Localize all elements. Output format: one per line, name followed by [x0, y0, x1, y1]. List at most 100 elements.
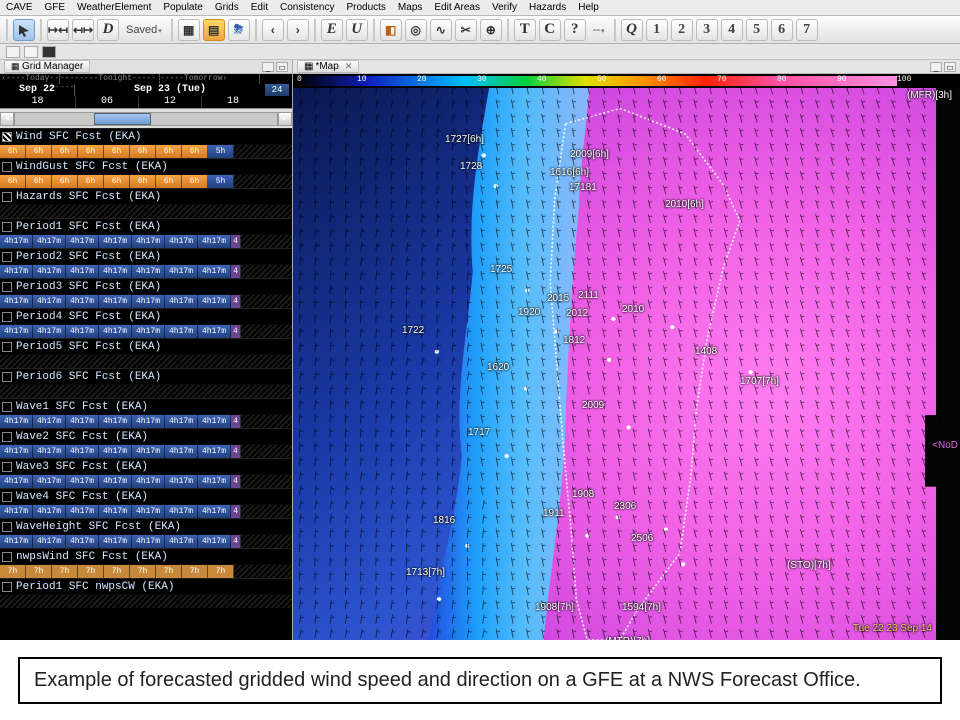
grid-bar-8[interactable] — [0, 384, 292, 398]
e-button[interactable]: E — [321, 19, 343, 41]
map-toggle-button[interactable]: ▦ — [178, 19, 200, 41]
path-button[interactable]: ∿ — [430, 19, 452, 41]
grid-item-8[interactable]: Period6 SFC Fcst (EKA) — [0, 369, 292, 384]
grid-bar-12[interactable]: 4h17m4h17m4h17m4h17m4h17m4h17m4h17m4 — [0, 504, 292, 518]
num4-button[interactable]: 4 — [721, 19, 743, 41]
menu-hazards[interactable]: Hazards — [529, 2, 566, 13]
grid-item-9[interactable]: Wave1 SFC Fcst (EKA) — [0, 399, 292, 414]
scroll-right-icon[interactable]: ▸ — [278, 112, 292, 126]
grid-checkbox[interactable] — [2, 132, 12, 142]
num1-button[interactable]: 1 — [646, 19, 668, 41]
grid-item-14[interactable]: nwpsWind SFC Fcst (EKA) — [0, 549, 292, 564]
grid-bar-14[interactable]: 7h7h7h7h7h7h7h7h7h — [0, 564, 292, 578]
q-button[interactable]: Q — [621, 19, 643, 41]
grid-bar-6[interactable]: 4h17m4h17m4h17m4h17m4h17m4h17m4h17m4 — [0, 324, 292, 338]
menu-gfe[interactable]: GFE — [45, 2, 66, 13]
grid-checkbox[interactable] — [2, 432, 12, 442]
grid-bar-10[interactable]: 4h17m4h17m4h17m4h17m4h17m4h17m4h17m4 — [0, 444, 292, 458]
grid-item-1[interactable]: WindGust SFC Fcst (EKA) — [0, 159, 292, 174]
grid-checkbox[interactable] — [2, 282, 12, 292]
grid-item-10[interactable]: Wave2 SFC Fcst (EKA) — [0, 429, 292, 444]
num5-button[interactable]: 5 — [746, 19, 768, 41]
grid-item-5[interactable]: Period3 SFC Fcst (EKA) — [0, 279, 292, 294]
map-viewport[interactable]: (MFR)[3h] Tue 22 23 Sep 14 <NoD 1727[6h]… — [293, 88, 960, 640]
scroll-left-icon[interactable]: ◂ — [0, 112, 14, 126]
menu-cave[interactable]: CAVE — [6, 2, 33, 13]
grid-bar-7[interactable] — [0, 354, 292, 368]
close-tab-icon[interactable]: ✕ — [345, 61, 353, 72]
grid-bar-11[interactable]: 4h17m4h17m4h17m4h17m4h17m4h17m4h17m4 — [0, 474, 292, 488]
grid-item-4[interactable]: Period2 SFC Fcst (EKA) — [0, 249, 292, 264]
grid-item-13[interactable]: WaveHeight SFC Fcst (EKA) — [0, 519, 292, 534]
arrow-tool-button[interactable] — [13, 19, 35, 41]
num6-button[interactable]: 6 — [771, 19, 793, 41]
menu-populate[interactable]: Populate — [163, 2, 202, 13]
grid-item-3[interactable]: Period1 SFC Fcst (EKA) — [0, 219, 292, 234]
menu-verify[interactable]: Verify — [492, 2, 517, 13]
grid-checkbox[interactable] — [2, 402, 12, 412]
map-pane-min-icon[interactable]: _ — [930, 62, 942, 72]
grid-item-15[interactable]: Period1 SFC nwpsCW (EKA) — [0, 579, 292, 594]
layers-button[interactable]: ▤ — [203, 19, 225, 41]
grid-bar-4[interactable]: 4h17m4h17m4h17m4h17m4h17m4h17m4h17m4 — [0, 264, 292, 278]
c-button[interactable]: C — [539, 19, 561, 41]
grid-bar-1[interactable]: 6h6h6h6h6h6h6h6h5h — [0, 174, 292, 188]
grid-checkbox[interactable] — [2, 312, 12, 322]
menu-products[interactable]: Products — [346, 2, 385, 13]
grid-checkbox[interactable] — [2, 192, 12, 202]
grid-bar-13[interactable]: 4h17m4h17m4h17m4h17m4h17m4h17m4h17m4 — [0, 534, 292, 548]
d-button[interactable]: D — [97, 19, 119, 41]
grid-bar-5[interactable]: 4h17m4h17m4h17m4h17m4h17m4h17m4h17m4 — [0, 294, 292, 308]
grid-checkbox[interactable] — [2, 252, 12, 262]
grid-item-0[interactable]: Wind SFC Fcst (EKA) — [0, 129, 292, 144]
u-button[interactable]: U — [346, 19, 368, 41]
db-button[interactable]: ◧ — [380, 19, 402, 41]
mini-btn-1[interactable] — [6, 46, 20, 58]
grid-item-6[interactable]: Period4 SFC Fcst (EKA) — [0, 309, 292, 324]
pane-max-icon[interactable]: ▭ — [276, 62, 288, 72]
grid-bar-0[interactable]: 6h6h6h6h6h6h6h6h5h — [0, 144, 292, 158]
menu-editareas[interactable]: Edit Areas — [434, 2, 480, 13]
grid-bar-15[interactable] — [0, 594, 292, 608]
storm-button[interactable]: ⛈ — [228, 19, 250, 41]
grid-checkbox[interactable] — [2, 552, 12, 562]
grid-bar-9[interactable]: 4h17m4h17m4h17m4h17m4h17m4h17m4h17m4 — [0, 414, 292, 428]
grid-item-7[interactable]: Period5 SFC Fcst (EKA) — [0, 339, 292, 354]
grid-item-11[interactable]: Wave3 SFC Fcst (EKA) — [0, 459, 292, 474]
menu-edit[interactable]: Edit — [251, 2, 268, 13]
grid-checkbox[interactable] — [2, 162, 12, 172]
scroll-track[interactable] — [14, 112, 278, 126]
grid-checkbox[interactable] — [2, 372, 12, 382]
saved-dropdown[interactable]: Saved — [122, 24, 166, 36]
grid-bar-3[interactable]: 4h17m4h17m4h17m4h17m4h17m4h17m4h17m4 — [0, 234, 292, 248]
map-pane-max-icon[interactable]: ▭ — [944, 62, 956, 72]
grid-item-12[interactable]: Wave4 SFC Fcst (EKA) — [0, 489, 292, 504]
num3-button[interactable]: 3 — [696, 19, 718, 41]
scissors-button[interactable]: ✂ — [455, 19, 477, 41]
grid-checkbox[interactable] — [2, 492, 12, 502]
mini-btn-3[interactable] — [42, 46, 56, 58]
prev-button[interactable]: ‹ — [262, 19, 284, 41]
menu-grids[interactable]: Grids — [215, 2, 239, 13]
grid-checkbox[interactable] — [2, 582, 12, 592]
menu-help[interactable]: Help — [578, 2, 599, 13]
tab-map[interactable]: ▦ *Map ✕ — [297, 60, 359, 73]
grid-checkbox[interactable] — [2, 342, 12, 352]
target-button[interactable]: ⊕ — [480, 19, 502, 41]
grid-checkbox[interactable] — [2, 522, 12, 532]
grid-checkbox[interactable] — [2, 462, 12, 472]
grid-bar-2[interactable] — [0, 204, 292, 218]
scroll-thumb[interactable] — [94, 113, 152, 125]
menu-consistency[interactable]: Consistency — [280, 2, 334, 13]
dash-dropdown[interactable]: -- — [589, 24, 609, 36]
mini-btn-2[interactable] — [24, 46, 38, 58]
expand-h-button[interactable]: ↤↦ — [72, 19, 94, 41]
question-button[interactable]: ? — [564, 19, 586, 41]
num2-button[interactable]: 2 — [671, 19, 693, 41]
num7-button[interactable]: 7 — [796, 19, 818, 41]
menu-weatherelement[interactable]: WeatherElement — [77, 2, 151, 13]
grid-item-2[interactable]: Hazards SFC Fcst (EKA) — [0, 189, 292, 204]
grid-checkbox[interactable] — [2, 222, 12, 232]
tab-grid-manager[interactable]: Grid Manager — [4, 60, 90, 73]
grid-list[interactable]: Wind SFC Fcst (EKA)6h6h6h6h6h6h6h6h5hWin… — [0, 128, 292, 640]
